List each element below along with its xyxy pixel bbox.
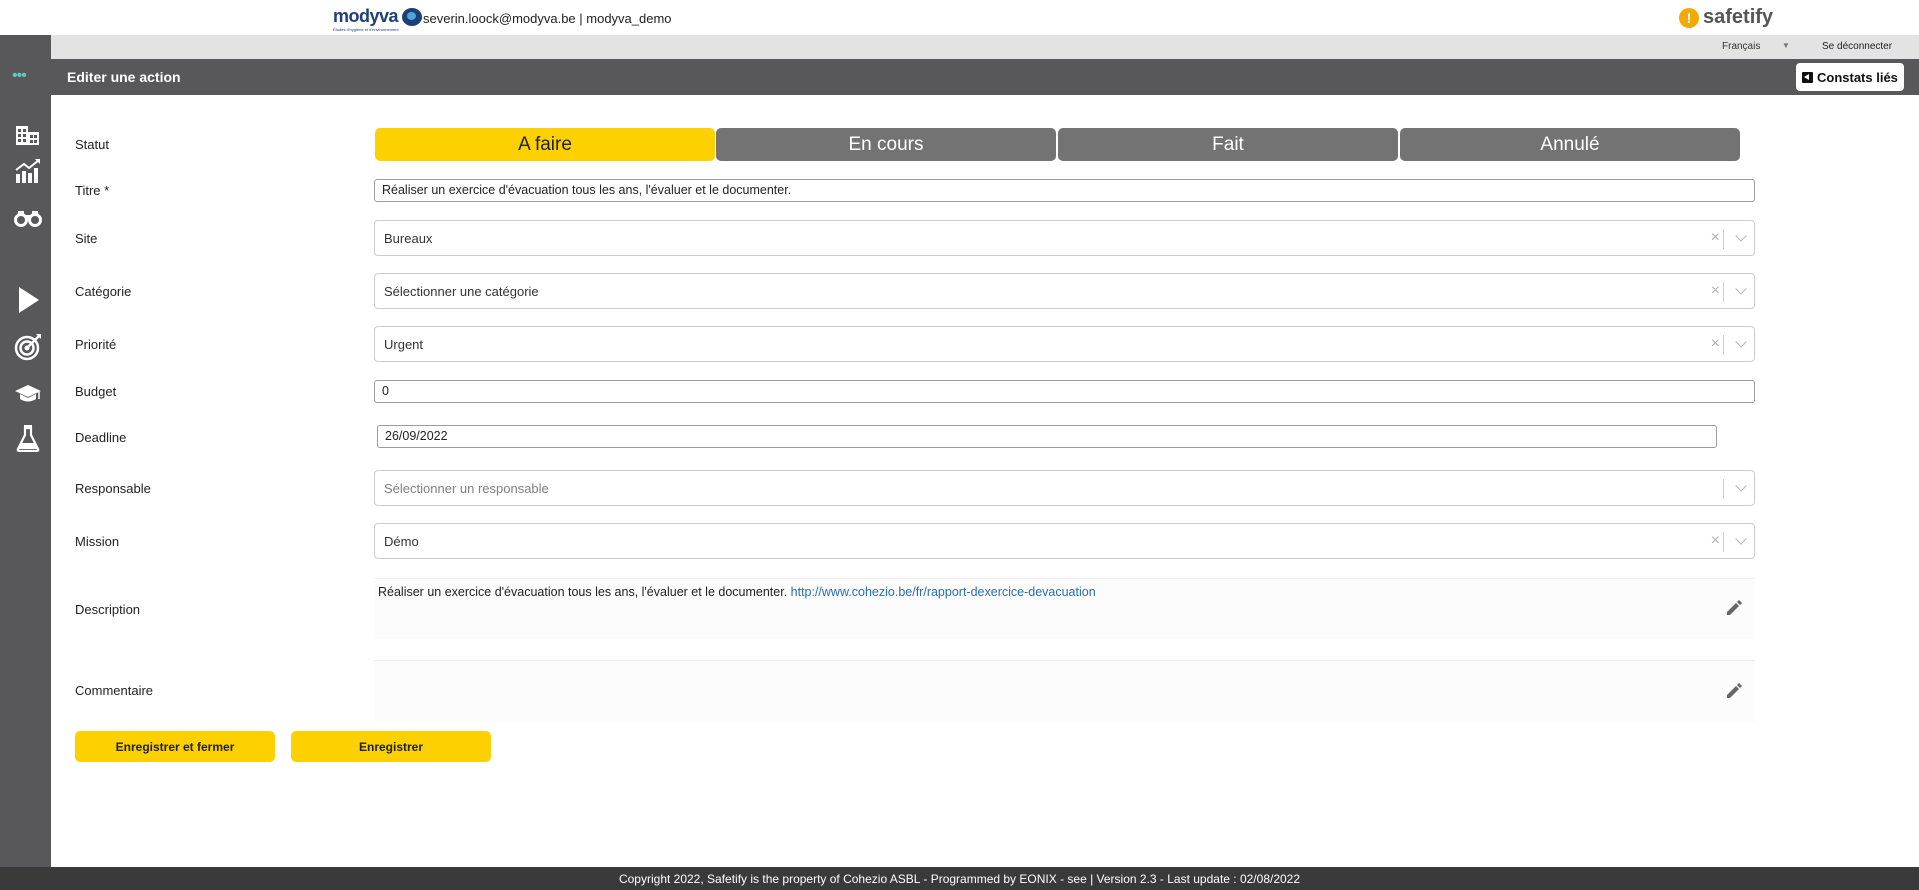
titre-input[interactable]: Réaliser un exercice d'évacuation tous l…: [374, 179, 1755, 202]
flask-icon[interactable]: [14, 424, 42, 452]
titre-label: Titre *: [75, 183, 110, 198]
target-icon[interactable]: [14, 333, 42, 361]
play-icon[interactable]: [14, 286, 42, 314]
chart-growth-icon[interactable]: [14, 157, 42, 185]
priorite-select[interactable]: Urgent ×: [374, 326, 1755, 362]
edit-description-pencil-icon[interactable]: [1725, 599, 1743, 617]
priorite-chevron-down-icon[interactable]: [1735, 336, 1747, 348]
mission-chevron-down-icon[interactable]: [1735, 533, 1747, 545]
constats-lies-label: Constats liés: [1817, 69, 1898, 85]
commentaire-label: Commentaire: [75, 683, 154, 698]
priorite-label: Priorité: [75, 337, 117, 352]
top-bar: modyva Études d'hygiène et d'environneme…: [0, 0, 1919, 35]
priorite-value: Urgent: [384, 337, 424, 352]
language-select[interactable]: Français: [1722, 41, 1760, 52]
mission-value: Démo: [384, 534, 419, 549]
modyva-logo-tagline: Études d'hygiène et d'environnement: [333, 27, 399, 32]
mission-separator: [1723, 532, 1724, 552]
site-chevron-down-icon[interactable]: [1735, 230, 1747, 242]
save-and-close-button[interactable]: Enregistrer et fermer: [75, 731, 275, 762]
budget-input[interactable]: 0: [374, 380, 1755, 403]
language-dropdown-icon[interactable]: ▼: [1782, 41, 1790, 50]
status-en-cours-button[interactable]: En cours: [716, 128, 1056, 161]
categorie-clear-icon[interactable]: ×: [1711, 282, 1720, 300]
description-label: Description: [75, 602, 141, 617]
description-editor[interactable]: Réaliser un exercice d'évacuation tous l…: [374, 578, 1755, 639]
status-fait-button[interactable]: Fait: [1058, 128, 1398, 161]
modyva-logo-badge-icon: [402, 7, 423, 26]
deadline-input[interactable]: 26/09/2022: [377, 425, 1717, 448]
modyva-logo: modyva Études d'hygiène et d'environneme…: [333, 6, 423, 32]
responsable-separator: [1723, 479, 1724, 499]
categorie-select[interactable]: Sélectionner une catégorie ×: [374, 273, 1755, 309]
edit-commentaire-pencil-icon[interactable]: [1725, 682, 1743, 700]
binoculars-icon[interactable]: [14, 204, 42, 232]
site-label: Site: [75, 231, 98, 246]
graduation-cap-icon[interactable]: [14, 380, 42, 408]
budget-label: Budget: [75, 384, 117, 399]
responsable-select[interactable]: Sélectionner un responsable: [374, 470, 1755, 506]
page-title: Editer une action: [67, 69, 181, 85]
constats-lies-button[interactable]: Constats liés: [1796, 63, 1904, 91]
language-bar: Français ▼ Se déconnecter: [51, 35, 1919, 59]
mission-label: Mission: [75, 534, 120, 549]
safetify-logo-text: safetify: [1703, 6, 1774, 28]
site-clear-icon[interactable]: ×: [1711, 229, 1720, 247]
responsable-label: Responsable: [75, 481, 151, 496]
page-header: Editer une action Constats liés: [51, 59, 1919, 95]
safetify-logo: ! safetify: [1679, 6, 1773, 29]
categorie-placeholder: Sélectionner une catégorie: [384, 284, 539, 299]
site-select[interactable]: Bureaux ×: [374, 220, 1755, 256]
description-text: Réaliser un exercice d'évacuation tous l…: [378, 585, 791, 599]
responsable-placeholder: Sélectionner un responsable: [384, 481, 549, 496]
priorite-clear-icon[interactable]: ×: [1711, 335, 1720, 353]
sidebar: •••: [0, 35, 51, 867]
modyva-logo-text: modyva: [333, 6, 399, 26]
site-separator: [1723, 229, 1724, 249]
status-a-faire-button[interactable]: A faire: [375, 128, 715, 161]
back-arrow-icon: [1802, 71, 1813, 83]
logout-link[interactable]: Se déconnecter: [1822, 41, 1892, 52]
status-annule-button[interactable]: Annulé: [1400, 128, 1740, 161]
mission-select[interactable]: Démo ×: [374, 523, 1755, 559]
categorie-separator: [1723, 282, 1724, 302]
menu-dots-icon[interactable]: •••: [12, 67, 27, 85]
commentaire-editor[interactable]: [374, 660, 1755, 722]
categorie-label: Catégorie: [75, 284, 132, 299]
user-info: severin.loock@modyva.be | modyva_demo: [423, 11, 672, 26]
deadline-label: Deadline: [75, 430, 127, 445]
footer: Copyright 2022, Safetify is the property…: [0, 867, 1919, 890]
safetify-logo-icon: !: [1679, 7, 1699, 28]
responsable-chevron-down-icon[interactable]: [1735, 480, 1747, 492]
building-icon[interactable]: [14, 120, 42, 148]
statut-label: Statut: [75, 137, 109, 152]
save-button[interactable]: Enregistrer: [291, 731, 491, 762]
footer-text: Copyright 2022, Safetify is the property…: [618, 871, 1301, 886]
description-link[interactable]: http://www.cohezio.be/fr/rapport-dexerci…: [791, 585, 1096, 599]
description-content: Réaliser un exercice d'évacuation tous l…: [378, 585, 1096, 599]
categorie-chevron-down-icon[interactable]: [1735, 283, 1747, 295]
site-value: Bureaux: [384, 231, 433, 246]
priorite-separator: [1723, 335, 1724, 355]
mission-clear-icon[interactable]: ×: [1711, 532, 1720, 550]
